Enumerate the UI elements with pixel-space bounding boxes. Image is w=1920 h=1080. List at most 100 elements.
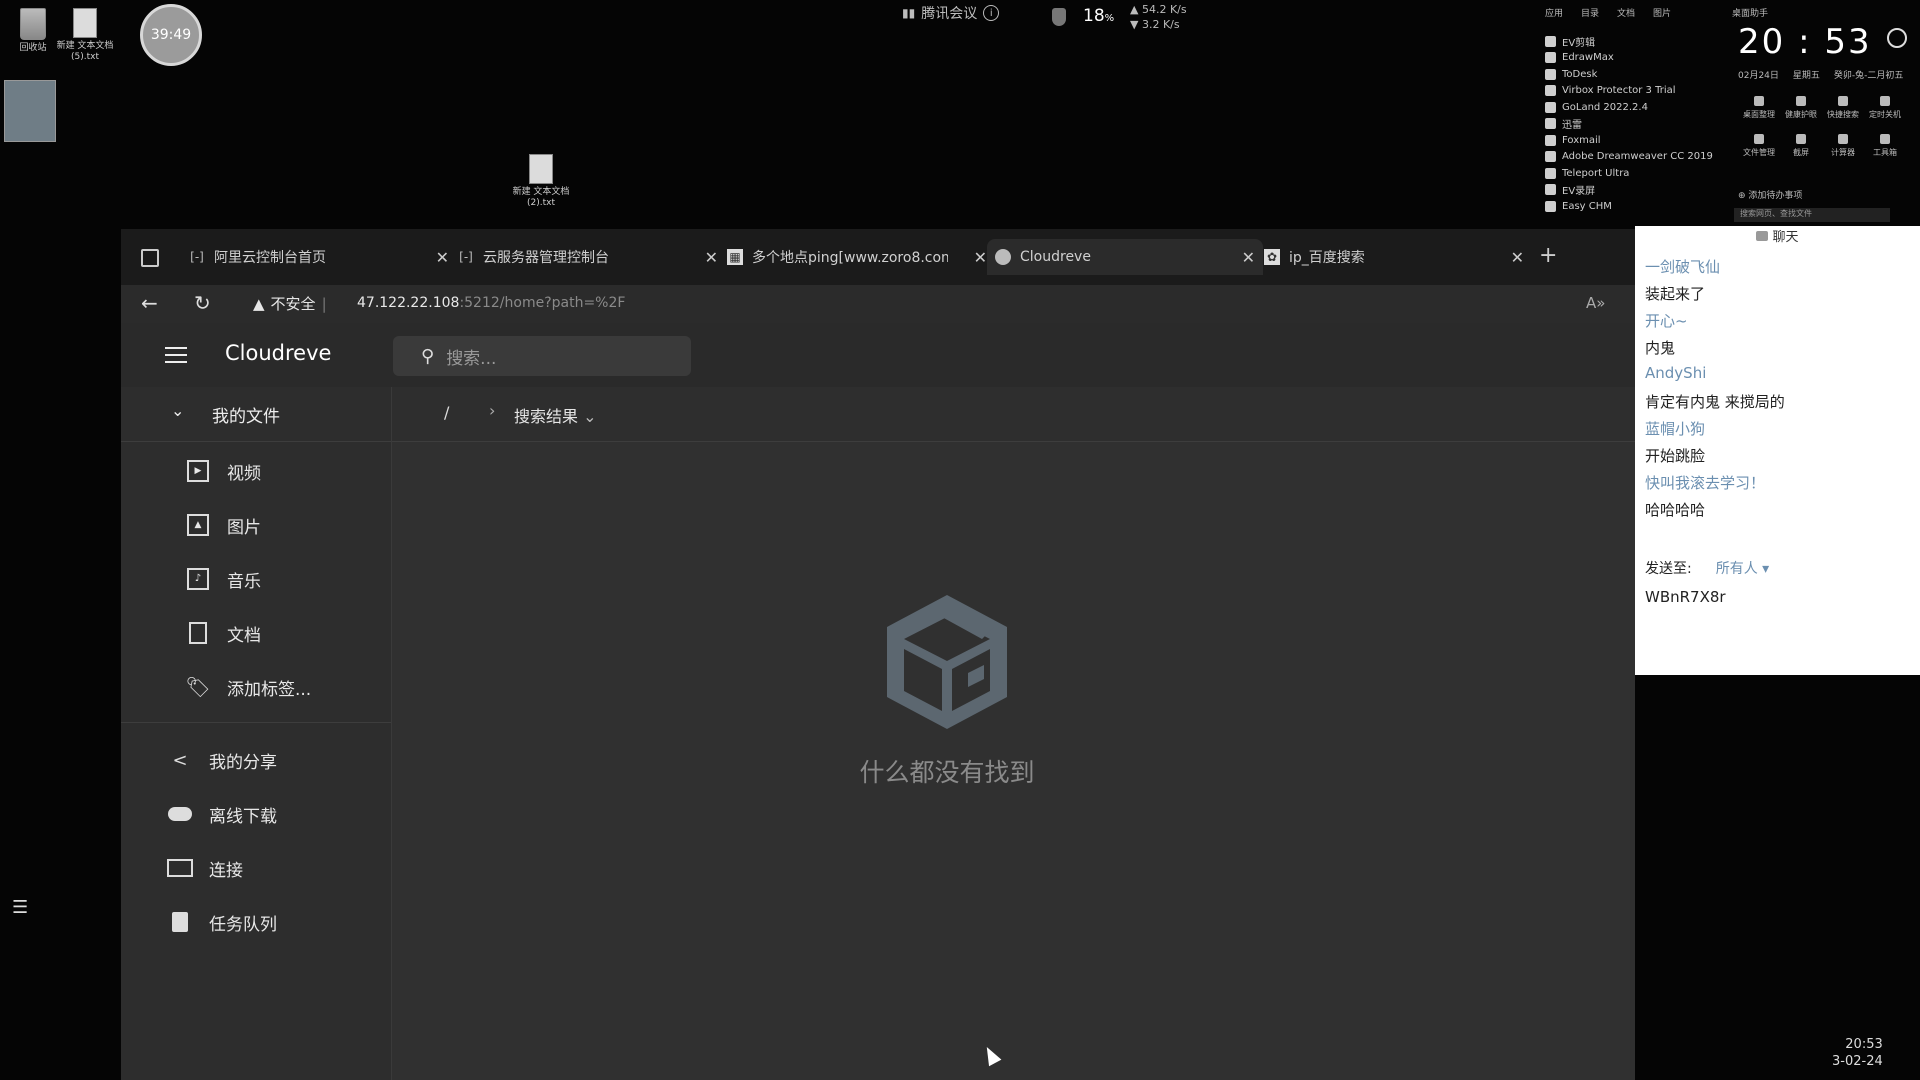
app-list-item[interactable]: Adobe Dreamweaver CC 2019	[1545, 149, 1720, 166]
widget-clock: 20 : 53	[1738, 22, 1872, 62]
tab-aliyun[interactable]: [-] 阿里云控制台首页 ✕	[181, 239, 457, 275]
meeting-indicator[interactable]: ▮▮ 腾讯会议 i	[902, 3, 1000, 23]
sidebar-item-task-queue[interactable]: 任务队列	[167, 909, 277, 935]
app-list-item[interactable]: EV录屏	[1545, 182, 1720, 199]
apps-tab[interactable]: 图片	[1653, 6, 1671, 19]
widget-tool[interactable]: 定时关机	[1864, 96, 1906, 120]
app-list-item[interactable]: EV剪辑	[1545, 33, 1720, 50]
tab-actions-icon[interactable]	[141, 249, 159, 267]
tab-ecs[interactable]: [-] 云服务器管理控制台 ✕	[450, 239, 726, 275]
list-menu-icon[interactable]: ☰	[12, 897, 28, 918]
widget-tool[interactable]: 文件管理	[1738, 134, 1780, 158]
weekday-text: 星期五	[1792, 71, 1820, 81]
app-label: Foxmail	[1562, 134, 1601, 146]
sidebar-item-my-shares[interactable]: < 我的分享	[167, 747, 277, 773]
brightness-icon[interactable]	[1887, 28, 1907, 48]
timer-value: 39:49	[150, 27, 192, 43]
app-label: Easy CHM	[1562, 200, 1612, 212]
chat-title: 聊天	[1772, 230, 1799, 245]
app-list-item[interactable]: Teleport Ultra	[1545, 165, 1720, 182]
taskbar-date: 3-02-24	[1832, 1054, 1883, 1069]
widget-search[interactable]: 搜索网页、查找文件	[1734, 208, 1890, 222]
search-input[interactable]: ⚲ 搜索...	[393, 336, 691, 376]
widget-search-placeholder: 搜索网页、查找文件	[1740, 209, 1812, 218]
breadcrumb-root[interactable]: /	[444, 403, 449, 422]
app-list-item[interactable]: Easy CHM	[1545, 198, 1720, 215]
warning-icon: ▲	[253, 294, 265, 313]
app-list-item[interactable]: 迅雷	[1545, 116, 1720, 133]
back-icon[interactable]: ←	[141, 291, 158, 315]
menu-icon[interactable]	[165, 347, 187, 363]
close-icon[interactable]: ✕	[1242, 248, 1255, 267]
desktop-file-icon[interactable]: 新建 文本文档 (5).txt	[52, 8, 118, 63]
tab-title: ip_百度搜索	[1289, 250, 1365, 266]
apps-tab[interactable]: 应用	[1545, 6, 1563, 19]
sidebar-item-video[interactable]: ▶ 视频	[185, 458, 261, 484]
apps-tab[interactable]: 文档	[1617, 6, 1635, 19]
chat-message: 开始跳脸	[1645, 447, 1706, 465]
chat-nickname: 蓝帽小狗	[1645, 420, 1706, 438]
widget-tool[interactable]: 工具箱	[1864, 134, 1906, 158]
tool-grid: 桌面整理 健康护眼 快捷搜索 定时关机文件管理 截屏 计算器 工具箱	[1738, 96, 1908, 158]
signal-icon: ▮▮	[902, 6, 916, 20]
desktop-selected-file-icon[interactable]	[4, 80, 56, 142]
app-list-item[interactable]: GoLand 2022.2.4	[1545, 99, 1720, 116]
widget-tool[interactable]: 快捷搜索	[1822, 96, 1864, 120]
sidebar-item-documents[interactable]: 文档	[185, 620, 261, 646]
url-field[interactable]: 47.122.22.108:5212/home?path=%2F	[357, 295, 625, 311]
sidebar-item-connect[interactable]: 连接	[167, 855, 243, 881]
chat-message: 内鬼	[1645, 339, 1676, 357]
widget-tool[interactable]: 桌面整理	[1738, 96, 1780, 120]
reload-icon[interactable]: ↻	[194, 291, 211, 315]
empty-box-icon	[872, 587, 1022, 737]
close-icon[interactable]: ✕	[436, 248, 449, 267]
app-list-item[interactable]: ToDesk	[1545, 66, 1720, 83]
text-file-icon	[529, 154, 553, 184]
tool-label: 截屏	[1793, 148, 1809, 157]
close-icon[interactable]: ✕	[705, 248, 718, 267]
timer-widget[interactable]: 39:49	[140, 4, 202, 66]
tab-baidu[interactable]: ✿ ip_百度搜索 ✕	[1256, 239, 1532, 275]
app-list-item[interactable]: Foxmail	[1545, 132, 1720, 149]
add-todo[interactable]: ⊕ 添加待办事项	[1738, 188, 1802, 201]
tool-label: 文件管理	[1743, 148, 1775, 157]
tool-label: 工具箱	[1873, 148, 1897, 157]
chat-panel: 聊天 一剑破飞仙 装起来了 开心~ 内鬼 AndyShi 肯定有内鬼 来搅局的 蓝帽小狗 开始…	[1635, 226, 1920, 675]
taskbar-clock[interactable]: 20:53 3-02-24	[1832, 1036, 1883, 1070]
tool-label: 桌面整理	[1743, 110, 1775, 119]
tab-title: 云服务器管理控制台	[483, 250, 609, 266]
main-content: / › 搜索结果 ⌄ 什么都没有找到	[392, 387, 1635, 1080]
tool-label: 健康护眼	[1785, 110, 1817, 119]
desktop-icon-label: 新建 文本文档 (2).txt	[512, 187, 570, 208]
tab-cloudreve[interactable]: Cloudreve ✕	[987, 239, 1263, 275]
image-icon: ▲	[185, 512, 211, 538]
widget-tool[interactable]: 计算器	[1822, 134, 1864, 158]
breadcrumb-current[interactable]: 搜索结果 ⌄	[514, 403, 597, 427]
send-to-select[interactable]: 所有人 ▾	[1716, 558, 1769, 578]
desktop-file-icon[interactable]: 新建 文本文档 (2).txt	[508, 154, 574, 209]
new-tab-icon[interactable]: +	[1539, 243, 1557, 268]
app-list-item[interactable]: Virbox Protector 3 Trial	[1545, 83, 1720, 100]
widget-tool[interactable]: 截屏	[1780, 134, 1822, 158]
widget-tool[interactable]: 健康护眼	[1780, 96, 1822, 120]
apps-tab[interactable]: 目录	[1581, 6, 1599, 19]
console-icon: [-]	[190, 250, 204, 264]
sidebar-item-images[interactable]: ▲ 图片	[185, 512, 261, 538]
read-aloud-icon[interactable]: A»	[1586, 294, 1605, 312]
cloud-download-icon	[167, 801, 193, 827]
sidebar-item-offline-download[interactable]: 离线下载	[167, 801, 277, 827]
my-files-header[interactable]: ⌄ 我的文件	[121, 387, 391, 442]
close-icon[interactable]: ✕	[974, 248, 987, 267]
tool-icon	[1838, 134, 1848, 144]
tab-ping[interactable]: ▦ 多个地点ping[www.zoro8.com]服 ✕	[719, 239, 995, 275]
app-icon	[1545, 151, 1556, 163]
chat-input[interactable]: WBnR7X8r	[1645, 588, 1726, 606]
close-icon[interactable]: ✕	[1511, 248, 1524, 267]
clipboard-icon	[167, 909, 193, 935]
app-list-item[interactable]: EdrawMax	[1545, 50, 1720, 67]
sidebar-item-add-tag[interactable]: 🏷 添加标签...	[185, 674, 311, 700]
tool-label: 计算器	[1831, 148, 1855, 157]
breadcrumb: / › 搜索结果 ⌄	[392, 387, 1635, 442]
sidebar-item-music[interactable]: ♪ 音乐	[185, 566, 261, 592]
security-indicator[interactable]: ▲ 不安全 |	[253, 293, 327, 314]
